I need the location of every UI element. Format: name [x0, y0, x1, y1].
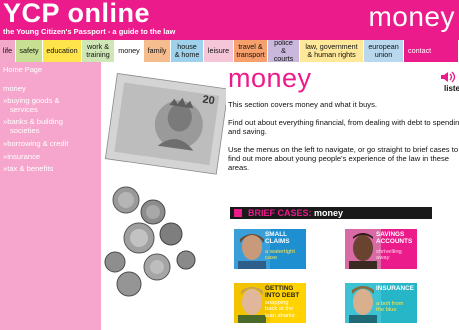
- card-subtitle-line: loan sharks: [265, 312, 295, 319]
- card-subtitle: snapping back at the loan sharks: [265, 300, 303, 319]
- site-header: YCP online the Young Citizen's Passport …: [0, 0, 459, 40]
- tab-leisure[interactable]: leisure: [204, 40, 234, 62]
- card-title-line: INSURANCE: [376, 285, 414, 292]
- tab-education[interactable]: education: [43, 40, 82, 62]
- tab-label: contact: [408, 46, 432, 55]
- card-subtitle: a watertight case: [265, 249, 303, 262]
- card-subtitle-line: case: [265, 255, 278, 262]
- tab-label: travel & transport: [236, 42, 265, 59]
- card-title: SAVINGS ACCOUNTS: [376, 231, 414, 245]
- card-title-line: GETTING: [265, 285, 294, 292]
- tab-european-union[interactable]: european union: [364, 40, 404, 62]
- intro-text: This section covers money and what it bu…: [228, 100, 377, 109]
- speaker-icon[interactable]: [438, 70, 459, 84]
- tab-label: work & training: [86, 42, 110, 59]
- para2-line1: Find out about everything financial, fro…: [228, 118, 459, 127]
- sidebar-item-banks-cont[interactable]: societies: [3, 126, 101, 135]
- sidebar-item-buying-goods-cont[interactable]: services: [3, 105, 101, 114]
- listen-label[interactable]: listen: [444, 84, 459, 93]
- card-title: SMALL CLAIMS: [265, 231, 303, 245]
- tab-label: leisure: [207, 46, 230, 55]
- card-title-line: SAVINGS: [376, 231, 405, 238]
- card-subtitle: shrivelling away: [376, 249, 414, 262]
- para3-line1: Use the menus on the left to navigate, o…: [228, 145, 459, 154]
- brief-cases-bullet: [234, 209, 242, 217]
- para3-line3: areas.: [228, 163, 250, 172]
- sidebar-item-borrowing[interactable]: »borrowing & credit: [3, 139, 101, 148]
- tab-label: european union: [368, 42, 399, 59]
- case-card-small-claims[interactable]: SMALL CLAIMS a watertight case: [234, 229, 306, 269]
- main-nav: life safety education work & training mo…: [0, 40, 459, 62]
- page-title: money: [228, 63, 312, 93]
- tab-family[interactable]: family: [144, 40, 171, 62]
- card-title-line: ACCOUNTS: [376, 238, 413, 245]
- brief-cases-subtitle: money: [314, 208, 344, 218]
- card-title-line: CLAIMS: [265, 238, 290, 245]
- tab-law-government[interactable]: law, government & human rights: [300, 40, 364, 62]
- card-subtitle-line: away: [376, 255, 390, 262]
- sidebar-item-tax-benefits[interactable]: »tax & benefits: [3, 164, 101, 173]
- sidebar-item-banks[interactable]: »banks & building: [3, 117, 101, 126]
- tab-safety[interactable]: safety: [16, 40, 43, 62]
- tab-label: education: [46, 46, 78, 55]
- para3-line2: find out more about young people's exper…: [228, 154, 449, 163]
- card-title-line: SMALL: [265, 231, 288, 238]
- tab-label: life: [2, 46, 13, 55]
- card-title: GETTING INTO DEBT: [265, 285, 303, 299]
- tab-label: police & courts: [273, 40, 294, 62]
- tab-label: money: [118, 46, 140, 55]
- case-card-insurance[interactable]: INSURANCE a bolt from the blue: [345, 283, 417, 323]
- tab-label: safety: [19, 46, 39, 55]
- tab-label: law, government & human rights: [305, 42, 358, 59]
- card-title-line: INTO DEBT: [265, 292, 300, 299]
- tab-work-training[interactable]: work & training: [82, 40, 115, 62]
- sidebar-heading: money: [3, 84, 26, 93]
- tab-label: family: [147, 46, 167, 55]
- card-title: INSURANCE: [376, 285, 414, 292]
- sidebar-item-buying-goods[interactable]: »buying goods &: [3, 96, 101, 105]
- brief-cases-label: BRIEF CASES:: [248, 208, 312, 218]
- card-subtitle: a bolt from the blue: [376, 301, 414, 314]
- home-page-link[interactable]: Home Page: [3, 65, 42, 74]
- para2-line2: and saving.: [228, 127, 267, 136]
- tab-police-courts[interactable]: police & courts: [268, 40, 300, 62]
- site-tagline: the Young Citizen's Passport - a guide t…: [3, 27, 176, 36]
- case-card-debt[interactable]: GETTING INTO DEBT snapping back at the loan…: [234, 283, 306, 323]
- tab-contact[interactable]: contact: [404, 40, 459, 62]
- tab-house-home[interactable]: house & home: [171, 40, 204, 62]
- tab-travel-transport[interactable]: travel & transport: [234, 40, 268, 62]
- brief-cases-title: BRIEF CASES: money: [248, 207, 343, 219]
- card-subtitle-line: the blue: [376, 307, 397, 314]
- money-photo: 20: [101, 62, 226, 330]
- svg-text:20: 20: [202, 94, 216, 108]
- tab-money[interactable]: money: [115, 40, 144, 62]
- sidebar-item-insurance[interactable]: »insurance: [3, 152, 101, 161]
- case-card-savings[interactable]: SAVINGS ACCOUNTS shrivelling away: [345, 229, 417, 269]
- section-title: money: [368, 1, 455, 32]
- site-logo[interactable]: YCP online: [3, 0, 150, 28]
- tab-label: house & home: [174, 42, 200, 59]
- tab-life[interactable]: life: [0, 40, 16, 62]
